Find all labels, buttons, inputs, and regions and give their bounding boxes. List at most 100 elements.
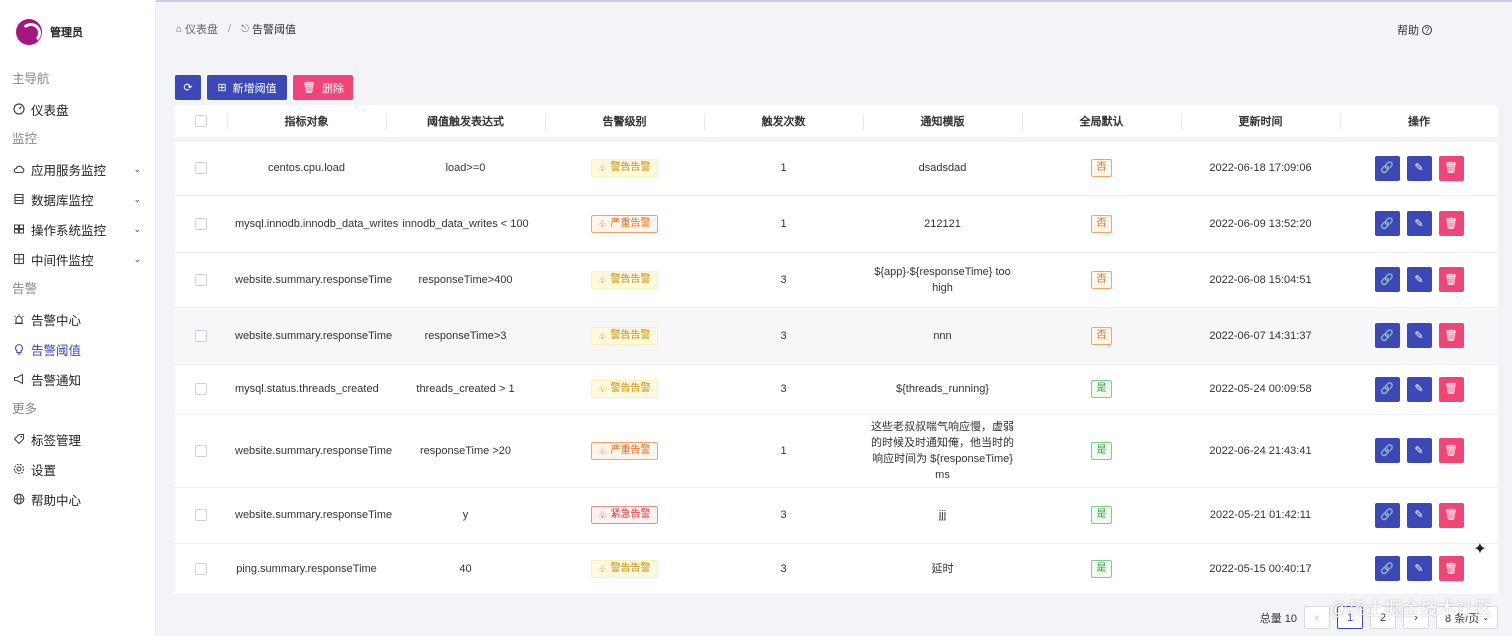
- select-cell: [175, 364, 227, 415]
- alert-level-label: 警告告警: [610, 273, 651, 285]
- sidebar-item-dashboard[interactable]: 仪表盘: [0, 94, 155, 124]
- sidebar-item-label: 帮助中心: [31, 493, 82, 508]
- edit-icon: ✎: [1414, 509, 1424, 521]
- help-link[interactable]: 帮助 ?: [1397, 22, 1432, 38]
- link-button[interactable]: 🔗: [1374, 211, 1400, 236]
- prev-page-button[interactable]: ‹: [1304, 606, 1330, 629]
- gear-icon: [13, 463, 25, 475]
- breadcrumb: ⌂ 仪表盘 / ⎋ 告警阈值: [176, 21, 296, 37]
- count-cell: 3: [704, 364, 863, 415]
- globe-icon: [13, 493, 25, 505]
- refresh-button[interactable]: ⟳: [175, 75, 201, 100]
- row-checkbox[interactable]: [195, 273, 207, 286]
- template-cell: ${threads_running}: [863, 364, 1022, 415]
- next-page-button[interactable]: ›: [1403, 606, 1429, 629]
- select-all-checkbox[interactable]: [195, 114, 207, 127]
- bell-icon: ♧: [598, 330, 607, 341]
- breadcrumb-dashboard[interactable]: 仪表盘: [185, 21, 218, 37]
- metric-cell: website.summary.responseTime: [227, 307, 392, 365]
- link-button[interactable]: 🔗: [1374, 376, 1400, 402]
- default-badge: 否: [1091, 214, 1112, 233]
- edit-button[interactable]: ✎: [1406, 556, 1432, 581]
- bell-icon: ♧: [598, 445, 607, 456]
- nav-group-alert: 告警: [12, 282, 38, 296]
- sidebar-item-alert-center[interactable]: 告警中心: [0, 304, 155, 334]
- select-cell: [175, 543, 227, 595]
- sidebar-item-label: 数据库监控: [31, 193, 94, 208]
- default-cell: 是: [1022, 487, 1181, 544]
- trash-icon: 🗑: [1444, 162, 1458, 174]
- actions-cell: 🔗 ✎ 🗑: [1340, 414, 1498, 488]
- row-checkbox[interactable]: [195, 329, 207, 342]
- page-size-select[interactable]: 8 条/页 ⌄: [1436, 606, 1498, 629]
- delete-row-button[interactable]: 🗑: [1438, 502, 1464, 528]
- bell-icon: ♧: [598, 274, 607, 285]
- link-icon: 🔗: [1380, 562, 1394, 575]
- user-label: 管理员: [50, 27, 83, 39]
- updated-cell: 2022-06-24 21:43:41: [1181, 414, 1340, 488]
- level-cell: ♧ 严重告警: [545, 195, 704, 253]
- link-button[interactable]: 🔗: [1374, 267, 1400, 292]
- delete-row-button[interactable]: 🗑: [1438, 155, 1464, 181]
- page-button[interactable]: 2: [1370, 606, 1396, 629]
- delete-button[interactable]: 🗑 删除: [293, 75, 353, 100]
- sidebar-item-settings[interactable]: 设置: [0, 454, 155, 484]
- template-cell: nnn: [863, 307, 1022, 365]
- sidebar-item-label: 设置: [31, 463, 57, 478]
- sidebar-item-help-center[interactable]: 帮助中心: [0, 484, 155, 514]
- row-checkbox[interactable]: [195, 509, 207, 522]
- magic-wand-icon[interactable]: ✦: [1469, 538, 1491, 560]
- sidebar-item-alert-notify[interactable]: 告警通知: [0, 364, 155, 394]
- windows-icon: [13, 223, 25, 235]
- sidebar-item-tags[interactable]: 标签管理: [0, 424, 155, 454]
- count-cell: 1: [704, 136, 863, 196]
- link-button[interactable]: 🔗: [1374, 155, 1400, 181]
- sidebar-item-alert-threshold[interactable]: 告警阈值: [0, 334, 155, 364]
- link-icon: 🔗: [1380, 509, 1394, 521]
- bell-icon: ♧: [598, 218, 607, 229]
- help-label: 帮助: [1397, 25, 1419, 37]
- row-checkbox[interactable]: [195, 383, 207, 396]
- trash-icon: 🗑: [1444, 509, 1458, 521]
- delete-row-button[interactable]: 🗑: [1438, 438, 1464, 463]
- edit-button[interactable]: ✎: [1406, 376, 1432, 402]
- link-button[interactable]: 🔗: [1374, 502, 1400, 528]
- expression-cell: responseTime >20: [386, 414, 545, 488]
- row-checkbox[interactable]: [195, 562, 207, 575]
- select-all-cell: [175, 105, 227, 140]
- metric-cell: centos.cpu.load: [227, 136, 386, 196]
- pagination: 总量 10 ‹ 1 2 › 8 条/页 ⌄: [1260, 606, 1498, 629]
- delete-row-button[interactable]: 🗑: [1438, 267, 1464, 292]
- link-icon: 🔗: [1380, 273, 1394, 286]
- add-threshold-button[interactable]: ⊞ 新增阈值: [207, 75, 287, 100]
- link-button[interactable]: 🔗: [1374, 556, 1400, 581]
- edit-button[interactable]: ✎: [1406, 155, 1432, 181]
- sidebar-item-app-monitor[interactable]: 应用服务监控 ⌄: [0, 154, 155, 184]
- sidebar-item-os-monitor[interactable]: 操作系统监控 ⌄: [0, 214, 155, 244]
- expression-cell: innodb_data_writes < 100: [386, 195, 545, 253]
- sidebar-item-db-monitor[interactable]: 数据库监控 ⌄: [0, 184, 155, 214]
- delete-row-button[interactable]: 🗑: [1438, 211, 1464, 236]
- link-button[interactable]: 🔗: [1374, 438, 1400, 463]
- edit-button[interactable]: ✎: [1406, 267, 1432, 292]
- row-checkbox[interactable]: [195, 444, 207, 457]
- sidebar-item-label: 告警中心: [31, 313, 82, 328]
- delete-row-button[interactable]: 🗑: [1438, 376, 1464, 402]
- delete-row-button[interactable]: 🗑: [1438, 556, 1464, 581]
- row-checkbox[interactable]: [195, 162, 207, 175]
- template-cell: 212121: [863, 195, 1022, 253]
- sidebar-item-middleware-monitor[interactable]: 中间件监控 ⌄: [0, 244, 155, 274]
- row-checkbox[interactable]: [195, 217, 207, 230]
- edit-button[interactable]: ✎: [1406, 502, 1432, 528]
- metric-cell: mysql.innodb.innodb_data_writes: [227, 195, 398, 253]
- link-button[interactable]: 🔗: [1374, 323, 1400, 348]
- edit-button[interactable]: ✎: [1406, 211, 1432, 236]
- chevron-down-icon: ⌄: [133, 253, 141, 264]
- edit-button[interactable]: ✎: [1406, 438, 1432, 463]
- updated-cell: 2022-06-08 15:04:51: [1181, 252, 1340, 308]
- sidebar-item-label: 告警通知: [31, 373, 82, 388]
- page-button[interactable]: 1: [1337, 606, 1363, 629]
- level-cell: ♧ 紧急告警: [545, 487, 704, 544]
- delete-row-button[interactable]: 🗑: [1438, 323, 1464, 348]
- edit-button[interactable]: ✎: [1406, 323, 1432, 348]
